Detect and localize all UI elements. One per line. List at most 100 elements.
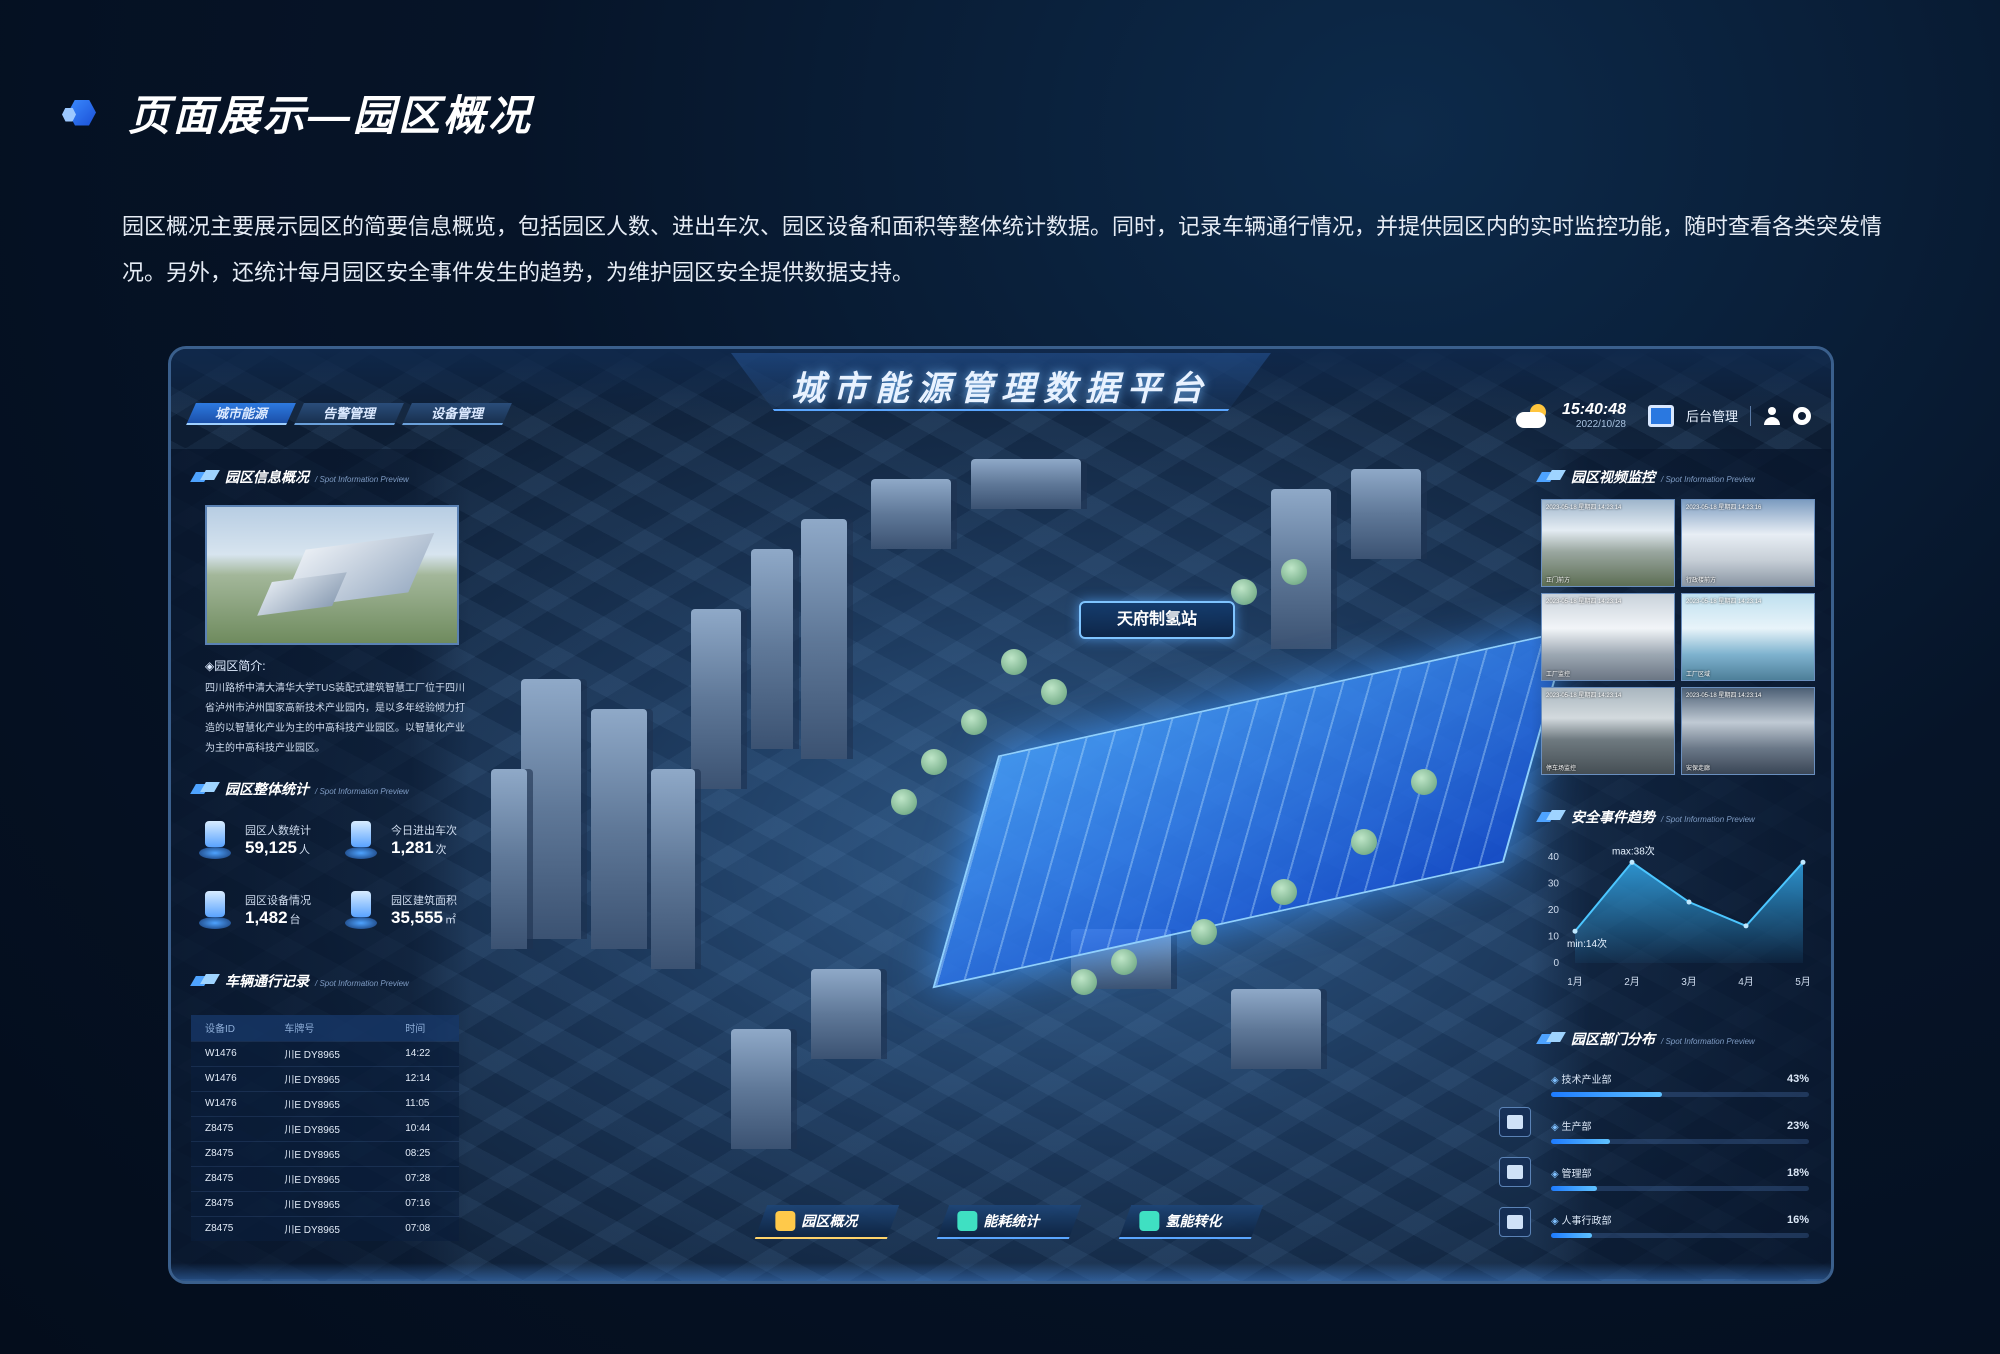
dept-item-hr: 人事行政部16% <box>1551 1212 1809 1238</box>
top-right-toolbar: 15:40:48 2022/10/28 后台管理 <box>1515 401 1811 430</box>
x-tick-label: 4月 <box>1738 976 1754 988</box>
trend-area <box>1575 862 1803 963</box>
dept-item-production: 生产部23% <box>1551 1118 1809 1144</box>
trend-point[interactable] <box>1743 923 1749 929</box>
page-title: 页面展示—园区概况 <box>128 92 534 139</box>
server-icon <box>1507 1215 1523 1229</box>
car-icon <box>339 819 381 861</box>
camera-feed[interactable]: 2023-05-18 星期四 14:23:14 工厂监控 <box>1541 593 1675 681</box>
park-intro-label: ◈园区简介: <box>205 659 266 673</box>
table-row[interactable]: W1476 川E DY8965 14:22 <box>191 1040 459 1066</box>
dept-bar <box>1551 1139 1611 1144</box>
table-header-row: 设备ID 车牌号 时间 <box>191 1015 459 1041</box>
clock: 15:40:48 2022/10/28 <box>1562 401 1626 430</box>
bottom-glow <box>171 1263 1831 1281</box>
table-row[interactable]: W1476 川E DY8965 12:14 <box>191 1065 459 1091</box>
bottom-nav-hydrogen[interactable]: 氢能转化 <box>1118 1205 1264 1239</box>
table-row[interactable]: Z8475 川E DY8965 08:25 <box>191 1140 459 1166</box>
panel-header-icon <box>193 974 219 988</box>
clock-time: 15:40:48 <box>1561 401 1626 418</box>
trend-point[interactable] <box>1629 859 1635 865</box>
server-button[interactable] <box>1499 1207 1531 1237</box>
tab-device-management[interactable]: 设备管理 <box>402 403 512 425</box>
tab-city-energy[interactable]: 城市能源 <box>186 403 296 425</box>
min-annotation: min:14次 <box>1567 937 1607 950</box>
panel-header-icon <box>1539 810 1565 824</box>
stat-area: 园区建筑面积 35,555 ㎡ <box>339 889 457 931</box>
energy-icon <box>957 1211 978 1231</box>
trend-point[interactable] <box>1800 859 1806 865</box>
settings-icon[interactable] <box>1793 406 1811 425</box>
dept-bar <box>1551 1186 1598 1191</box>
bottom-nav: 园区概况 能耗统计 氢能转化 <box>754 1205 1264 1239</box>
panel-header-icon <box>1539 1032 1565 1046</box>
page-description: 园区概况主要展示园区的简要信息概览，包括园区人数、进出车次、园区设备和面积等整体… <box>122 214 1883 285</box>
bottom-nav-energy-stats[interactable]: 能耗统计 <box>936 1205 1082 1239</box>
park-intro-text: 四川路桥中清大清华大学TUS装配式建筑智慧工厂位于四川省泸州市泸州国家高新技术产… <box>205 683 465 754</box>
admin-link[interactable]: 后台管理 <box>1686 406 1738 425</box>
park-info-header: 园区信息概况 / Spot Information Preview <box>193 467 409 487</box>
table-row[interactable]: W1476 川E DY8965 11:05 <box>191 1090 459 1116</box>
device-icon <box>193 889 235 931</box>
video-grid: 2023-05-18 星期四 14:23:14 正门前方 2023-05-18 星… <box>1541 499 1815 775</box>
vehicle-log-header: 车辆通行记录 / Spot Information Preview <box>193 971 409 991</box>
stat-devices: 园区设备情况 1,482 台 <box>193 889 311 931</box>
stat-vehicles: 今日进出车次 1,281 次 <box>339 819 457 861</box>
y-tick-label: 30 <box>1548 879 1560 890</box>
partly-cloudy-icon <box>1515 403 1550 428</box>
departments-header: 园区部门分布 / Spot Information Preview <box>1539 1029 1755 1049</box>
park-stats-header: 园区整体统计 / Spot Information Preview <box>193 779 409 799</box>
x-tick-label: 2月 <box>1624 976 1640 988</box>
camera-feed[interactable]: 2023-05-18 星期四 14:23:16 行政楼前方 <box>1681 499 1815 587</box>
vehicle-log-table: 设备ID 车牌号 时间 W1476 川E DY8965 14:22 W1476 川E … <box>191 1015 459 1241</box>
dept-bar <box>1551 1233 1593 1238</box>
y-tick-label: 0 <box>1553 958 1559 969</box>
table-row[interactable]: Z8475 川E DY8965 07:28 <box>191 1165 459 1191</box>
camera-feed[interactable]: 2023-05-18 星期四 14:23:14 工厂区域 <box>1681 593 1815 681</box>
dashboard-frame: 天府制氢站 城市能源管理数据平台 城市能源 告警管理 设备管理 15:40:48… <box>168 346 1834 1284</box>
alarm-icon <box>1507 1165 1523 1179</box>
cube-icon <box>1139 1211 1160 1231</box>
tab-alarm-management[interactable]: 告警管理 <box>294 403 404 425</box>
building-area-icon <box>339 889 381 931</box>
table-row[interactable]: Z8475 川E DY8965 07:16 <box>191 1190 459 1216</box>
safety-trend-chart: 0 10 20 30 40 1月 2月 3月 4月 5月 max:38次 min:14次 <box>1531 843 1821 1003</box>
max-annotation: max:38次 <box>1612 844 1655 857</box>
park-aerial-photo <box>205 505 459 645</box>
y-tick-label: 20 <box>1548 905 1560 916</box>
camera-feed[interactable]: 2023-05-18 星期四 14:23:14 正门前方 <box>1541 499 1675 587</box>
trend-point[interactable] <box>1572 928 1578 934</box>
hexagon-logo-icon <box>62 96 102 130</box>
toolbar-divider <box>1750 405 1751 426</box>
safety-trend-header: 安全事件趋势 / Spot Information Preview <box>1539 807 1755 827</box>
panel-header-icon <box>1539 470 1565 484</box>
nav-tabs: 城市能源 告警管理 设备管理 <box>186 403 512 425</box>
camera-feed[interactable]: 2023-05-18 星期四 14:23:14 停车场监控 <box>1541 687 1675 775</box>
platform-title: 城市能源管理数据平台 <box>791 370 1211 408</box>
bottom-nav-park-overview[interactable]: 园区概况 <box>754 1205 900 1239</box>
people-icon <box>193 819 235 861</box>
table-row[interactable]: Z8475 川E DY8965 07:08 <box>191 1215 459 1241</box>
cube-icon <box>1507 1115 1523 1129</box>
dept-bar <box>1551 1092 1662 1097</box>
monitor-icon[interactable] <box>1647 404 1674 427</box>
site-label-tianfu[interactable]: 天府制氢站 <box>1079 601 1235 639</box>
camera-feed[interactable]: 2023-05-18 星期四 14:23:14 安保走廊 <box>1681 687 1815 775</box>
table-row[interactable]: Z8475 川E DY8965 10:44 <box>191 1115 459 1141</box>
clock-date: 2022/10/28 <box>1575 419 1626 430</box>
user-icon[interactable] <box>1763 406 1781 425</box>
trend-point[interactable] <box>1686 899 1692 905</box>
dept-item-tech: 技术产业部43% <box>1551 1071 1809 1097</box>
x-tick-label: 5月 <box>1795 976 1811 988</box>
alarm-button[interactable] <box>1499 1157 1531 1187</box>
cube-view-button[interactable] <box>1499 1107 1531 1137</box>
video-monitor-header: 园区视频监控 / Spot Information Preview <box>1539 467 1755 487</box>
x-tick-label: 3月 <box>1681 976 1697 988</box>
panel-header-icon <box>193 782 219 796</box>
x-tick-label: 1月 <box>1567 976 1583 988</box>
y-tick-label: 40 <box>1548 852 1560 863</box>
safety-trend-svg: 0 10 20 30 40 1月 2月 3月 4月 5月 max:38次 min:14次 <box>1548 844 1811 988</box>
panel-header-icon <box>193 470 219 484</box>
dept-item-management: 管理部18% <box>1551 1165 1809 1191</box>
page-header: 页面展示—园区概况 <box>62 82 533 143</box>
